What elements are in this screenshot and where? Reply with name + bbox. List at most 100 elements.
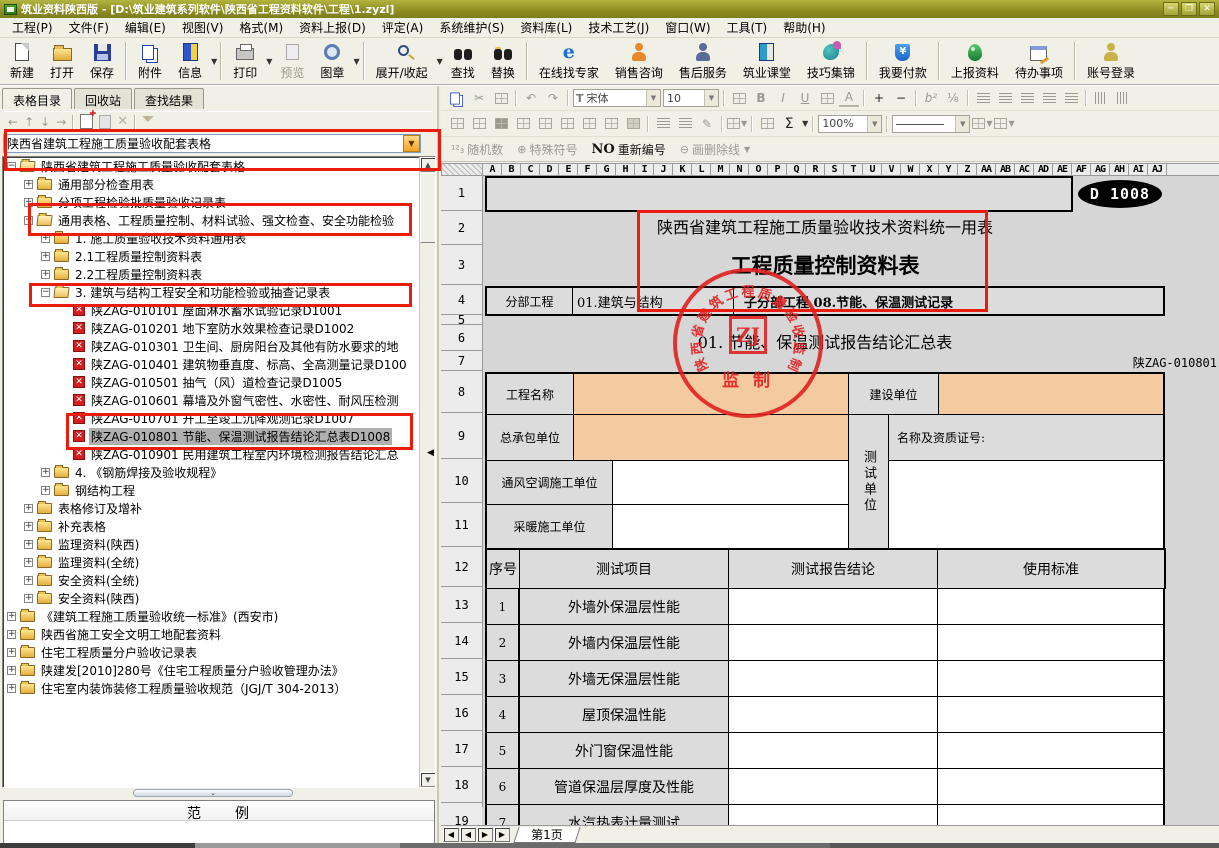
row-headers[interactable]: 12345678910111213141516171819 xyxy=(441,176,483,807)
expand-plus-icon[interactable]: + xyxy=(24,198,33,207)
test-row-result-input[interactable] xyxy=(728,588,938,625)
lock-cell-icon[interactable] xyxy=(623,115,643,133)
tree-item[interactable]: +陕西省施工安全文明工地配套资料 xyxy=(3,625,435,643)
tree-item[interactable]: −陕西省建筑工程施工质量验收配套表格 xyxy=(3,157,435,175)
delete-form-icon[interactable]: ✕ xyxy=(117,114,128,129)
menu-item-1[interactable]: 工程(P) xyxy=(4,17,61,38)
heating-input[interactable] xyxy=(612,504,849,549)
menu-item-4[interactable]: 视图(V) xyxy=(174,17,232,38)
tree-item[interactable]: +2.1工程质量控制资料表 xyxy=(3,247,435,265)
collapse-minus-icon[interactable]: − xyxy=(24,216,33,225)
tree-item[interactable]: +分项工程检验批质量验收记录表 xyxy=(3,193,435,211)
column-header-R[interactable]: R xyxy=(806,164,825,175)
expand-plus-icon[interactable]: + xyxy=(24,576,33,585)
test-row-standard-input[interactable] xyxy=(937,588,1165,625)
column-header-O[interactable]: O xyxy=(749,164,768,175)
column-header-F[interactable]: F xyxy=(578,164,597,175)
test-row-result-input[interactable] xyxy=(728,768,938,805)
tree-item[interactable]: ✕陕ZAG-010201 地下室防水效果检查记录D1002 xyxy=(3,319,435,337)
column-header-Q[interactable]: Q xyxy=(787,164,806,175)
row-header-18[interactable]: 18 xyxy=(441,768,482,803)
tree-item[interactable]: ✕陕ZAG-010301 卫生间、厨房阳台及其他有防水要求的地 xyxy=(3,337,435,355)
tab-查找结果[interactable]: 查找结果 xyxy=(134,88,204,109)
toolbar-new-button[interactable]: 新建 xyxy=(2,39,42,83)
toolbar-sales-button[interactable]: 销售咨询 xyxy=(607,39,671,83)
test-row-result-input[interactable] xyxy=(728,696,938,733)
column-header-AE[interactable]: AE xyxy=(1053,164,1072,175)
font-size-select[interactable]: 10▼ xyxy=(663,89,719,107)
column-header-P[interactable]: P xyxy=(768,164,787,175)
pattern-fill2-icon[interactable] xyxy=(601,115,621,133)
menu-item-13[interactable]: 帮助(H) xyxy=(775,17,833,38)
menu-item-10[interactable]: 技术工艺(J) xyxy=(580,17,657,38)
delete-row-icon[interactable] xyxy=(557,115,577,133)
toolbar-expand-collapse-button[interactable]: 展开/收起 xyxy=(368,39,436,83)
expand-plus-icon[interactable]: + xyxy=(24,522,33,531)
panel-splitter-handle[interactable]: ⌄ xyxy=(133,789,293,797)
row-header-10[interactable]: 10 xyxy=(441,460,482,503)
test-row-standard-input[interactable] xyxy=(937,732,1165,769)
test-row-result-input[interactable] xyxy=(728,804,938,825)
nav-down-icon[interactable]: ↓ xyxy=(40,115,50,129)
column-header-N[interactable]: N xyxy=(730,164,749,175)
tree-scrollbar[interactable]: ▲ ▼ xyxy=(419,157,435,787)
menu-item-3[interactable]: 编辑(E) xyxy=(117,17,174,38)
column-header-U[interactable]: U xyxy=(863,164,882,175)
decrease-size-icon[interactable]: − xyxy=(891,89,911,107)
row-header-2[interactable]: 2 xyxy=(441,212,482,245)
column-header-AB[interactable]: AB xyxy=(996,164,1015,175)
expand-plus-icon[interactable]: + xyxy=(24,558,33,567)
column-header-B[interactable]: B xyxy=(502,164,521,175)
row-header-6[interactable]: 6 xyxy=(441,326,482,351)
expand-plus-icon[interactable]: + xyxy=(7,612,16,621)
toolbar-特殊符号-button[interactable]: ⊕特殊符号 xyxy=(517,141,577,158)
bold-button[interactable]: B xyxy=(751,89,771,107)
toolbar-after-sales-button[interactable]: 售后服务 xyxy=(671,39,735,83)
tree-item[interactable]: ✕陕ZAG-010401 建筑物垂直度、标高、全高测量记录D100 xyxy=(3,355,435,373)
close-button[interactable]: ✕ xyxy=(1199,2,1215,16)
toolbar-todo-button[interactable]: 待办事项 xyxy=(1007,39,1071,83)
align-justify-icon[interactable] xyxy=(973,89,993,107)
toolbar-attachment-button[interactable]: 附件 xyxy=(130,39,170,83)
expand-plus-icon[interactable]: + xyxy=(24,180,33,189)
test-row-result-input[interactable] xyxy=(728,732,938,769)
undo-icon[interactable]: ↶ xyxy=(521,89,541,107)
maximize-button[interactable]: ❐ xyxy=(1181,2,1197,16)
unmerge-cells-icon[interactable] xyxy=(469,115,489,133)
insert-row-icon[interactable] xyxy=(513,115,533,133)
test-row-result-input[interactable] xyxy=(728,624,938,661)
toolbar-find-button[interactable]: 查找 xyxy=(443,39,483,83)
toolbar-classroom-button[interactable]: 筑业课堂 xyxy=(735,39,799,83)
column-header-L[interactable]: L xyxy=(692,164,711,175)
tab-回收站[interactable]: 回收站 xyxy=(74,88,132,109)
merge-cells-icon[interactable] xyxy=(447,115,467,133)
catalog-dropdown-button[interactable]: ▼ xyxy=(403,135,420,152)
sheet-tab[interactable]: 第1页 xyxy=(513,827,580,843)
expand-plus-icon[interactable]: + xyxy=(7,630,16,639)
align-distribute-icon[interactable] xyxy=(1061,89,1081,107)
minimize-button[interactable]: ─ xyxy=(1163,2,1179,16)
column-header-V[interactable]: V xyxy=(882,164,901,175)
column-header-M[interactable]: M xyxy=(711,164,730,175)
row-header-15[interactable]: 15 xyxy=(441,660,482,695)
cert-input[interactable] xyxy=(888,460,1165,549)
sheet-corner[interactable] xyxy=(441,163,483,176)
tree-item[interactable]: +住宅工程质量分户验收记录表 xyxy=(3,643,435,661)
scroll-down-icon[interactable]: ▼ xyxy=(420,772,436,787)
scroll-up-icon[interactable]: ▲ xyxy=(420,157,436,172)
expand-plus-icon[interactable]: + xyxy=(7,684,16,693)
menu-item-7[interactable]: 评定(A) xyxy=(374,17,432,38)
highlight-icon[interactable] xyxy=(817,89,837,107)
pattern-fill-icon[interactable] xyxy=(579,115,599,133)
toolbar-print-button[interactable]: 打印 xyxy=(225,39,265,83)
menu-item-6[interactable]: 资料上报(D) xyxy=(291,17,374,38)
add-form-icon[interactable] xyxy=(80,114,93,129)
menu-item-2[interactable]: 文件(F) xyxy=(61,17,117,38)
tree-item[interactable]: +安全资料(陕西) xyxy=(3,589,435,607)
row-header-12[interactable]: 12 xyxy=(441,548,482,587)
row-header-13[interactable]: 13 xyxy=(441,588,482,623)
column-header-AJ[interactable]: AJ xyxy=(1148,164,1167,175)
column-header-Y[interactable]: Y xyxy=(939,164,958,175)
catalog-dropdown[interactable]: 陕西省建筑工程施工质量验收配套表格 ▼ xyxy=(3,134,421,153)
font-select[interactable]: T 宋体▼ xyxy=(573,89,661,107)
